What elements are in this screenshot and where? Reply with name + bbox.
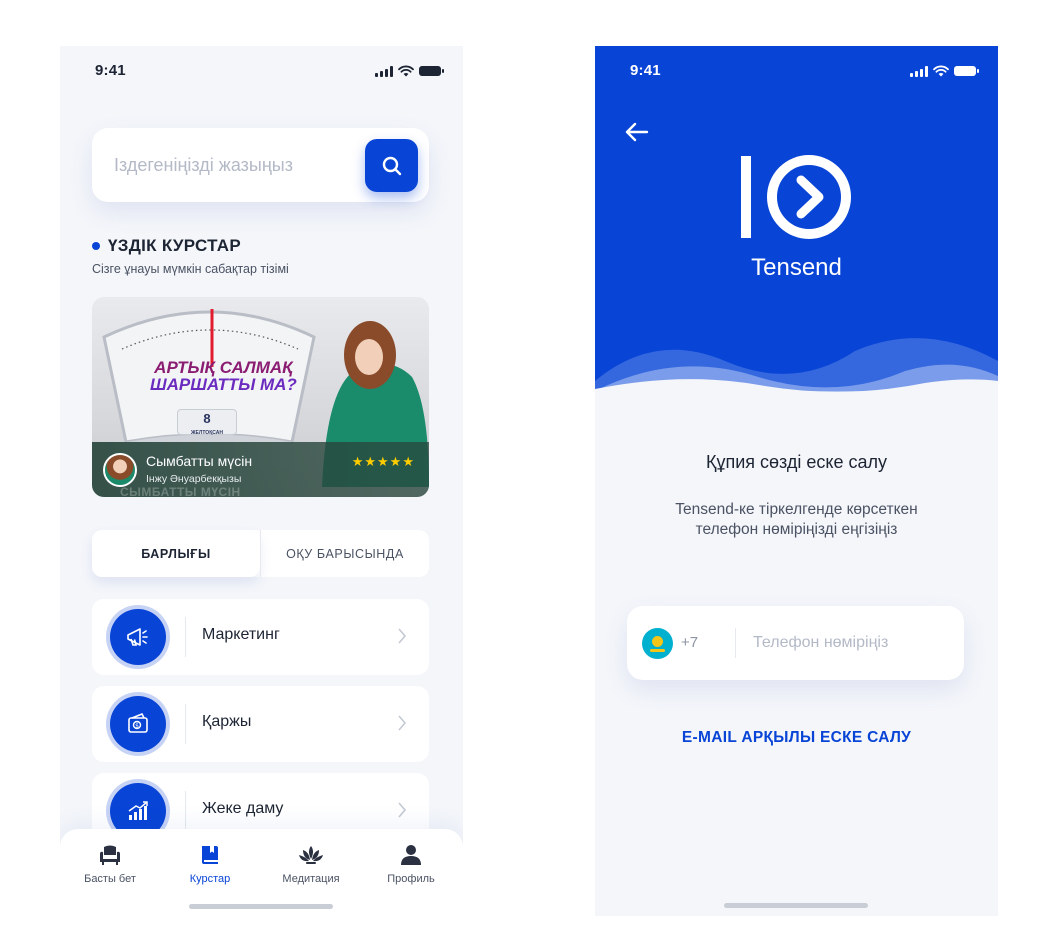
search-icon: [382, 156, 401, 175]
cellular-signal-icon: [910, 65, 928, 77]
password-reminder-screen: 9:41 Tensend Құпия сөзді еске салу Tense…: [595, 46, 998, 916]
date-badge: 8 ЖЕЛТОҚСАН: [177, 409, 237, 436]
courses-screen: 9:41 ҮЗДІК КУРСТАР Сізге ұнауы мүмкін са…: [60, 46, 463, 916]
back-arrow-icon[interactable]: [625, 122, 649, 142]
section-title: ҮЗДІК КУРСТАР: [92, 236, 241, 256]
tab-all[interactable]: БАРЛЫҒЫ: [92, 530, 260, 577]
wifi-icon: [398, 65, 414, 77]
tensend-logo-icon: [741, 155, 851, 239]
tab-in-progress[interactable]: ОҚУ БАРЫСЫНДА: [260, 530, 429, 577]
user-icon: [401, 845, 421, 865]
search-input[interactable]: [114, 150, 354, 180]
chevron-right-icon: [398, 628, 407, 644]
book-icon: [202, 846, 218, 864]
nav-item-courses[interactable]: Курстар: [170, 843, 250, 885]
banner-course-title: Сымбатты мүсін: [146, 453, 253, 469]
cellular-signal-icon: [375, 65, 393, 77]
author-avatar: [103, 453, 137, 487]
page-description: Tensend-ке тіркелгенде көрсеткен телефон…: [675, 501, 918, 538]
battery-icon: [419, 66, 444, 76]
category-label: Жеке даму: [202, 800, 284, 817]
rating-stars-icon: ★★★★★: [351, 454, 415, 469]
category-label: Қаржы: [202, 713, 252, 730]
growth-chart-icon: [128, 801, 148, 820]
home-indicator: [189, 904, 333, 909]
kazakhstan-flag-icon[interactable]: [642, 628, 673, 659]
banner-ghost-text: СЫМБАТТЫ МҮСІН: [120, 485, 241, 497]
page-title: Құпия сөзді еске салу: [705, 452, 888, 472]
search-button[interactable]: [365, 139, 418, 192]
megaphone-icon: [127, 628, 148, 646]
battery-icon: [954, 66, 979, 76]
category-item-finance[interactable]: $ Қаржы: [92, 686, 429, 762]
status-time: 9:41: [95, 62, 126, 79]
featured-course-banner[interactable]: АРТЫҚ САЛМАҚ ШАРШАТТЫ МА? 8 ЖЕЛТОҚСАН СЫ…: [92, 297, 429, 497]
email-reminder-link[interactable]: E-MAIL АРҚЫЛЫ ЕСКЕ САЛУ: [595, 729, 998, 747]
chevron-right-icon: [398, 715, 407, 731]
course-tabs: БАРЛЫҒЫ ОҚУ БАРЫСЫНДА: [92, 530, 429, 577]
phone-input-box: +7: [627, 606, 964, 680]
nav-item-profile[interactable]: Профиль: [371, 843, 451, 885]
section-dot: [92, 242, 100, 250]
lotus-icon: [299, 846, 323, 864]
bottom-navigation: Басты бет Курстар Медитация Профиль: [60, 829, 463, 916]
status-bar: 9:41: [60, 62, 463, 84]
logo-text: Tensend: [751, 254, 842, 281]
wifi-icon: [933, 65, 949, 77]
category-item-marketing[interactable]: Маркетинг: [92, 599, 429, 675]
armchair-icon: [100, 845, 120, 865]
chevron-right-icon: [398, 802, 407, 818]
home-indicator: [724, 903, 868, 908]
category-label: Маркетинг: [202, 626, 280, 643]
country-code[interactable]: +7: [681, 634, 698, 651]
status-bar: 9:41: [595, 62, 998, 84]
status-time: 9:41: [630, 62, 661, 79]
svg-text:$: $: [135, 723, 139, 730]
phone-input[interactable]: [753, 630, 943, 656]
banner-author-name: Інжу Әнуарбекқызы: [146, 473, 242, 485]
section-subtitle: Сізге ұнауы мүмкін сабақтар тізімі: [92, 262, 289, 276]
search-bar: [92, 128, 429, 202]
banner-headline: АРТЫҚ САЛМАҚ ШАРШАТТЫ МА?: [150, 358, 297, 394]
wave-decoration: [595, 338, 998, 441]
wallet-icon: $: [128, 712, 148, 733]
nav-item-home[interactable]: Басты бет: [70, 843, 150, 885]
nav-item-meditation[interactable]: Медитация: [271, 843, 351, 885]
